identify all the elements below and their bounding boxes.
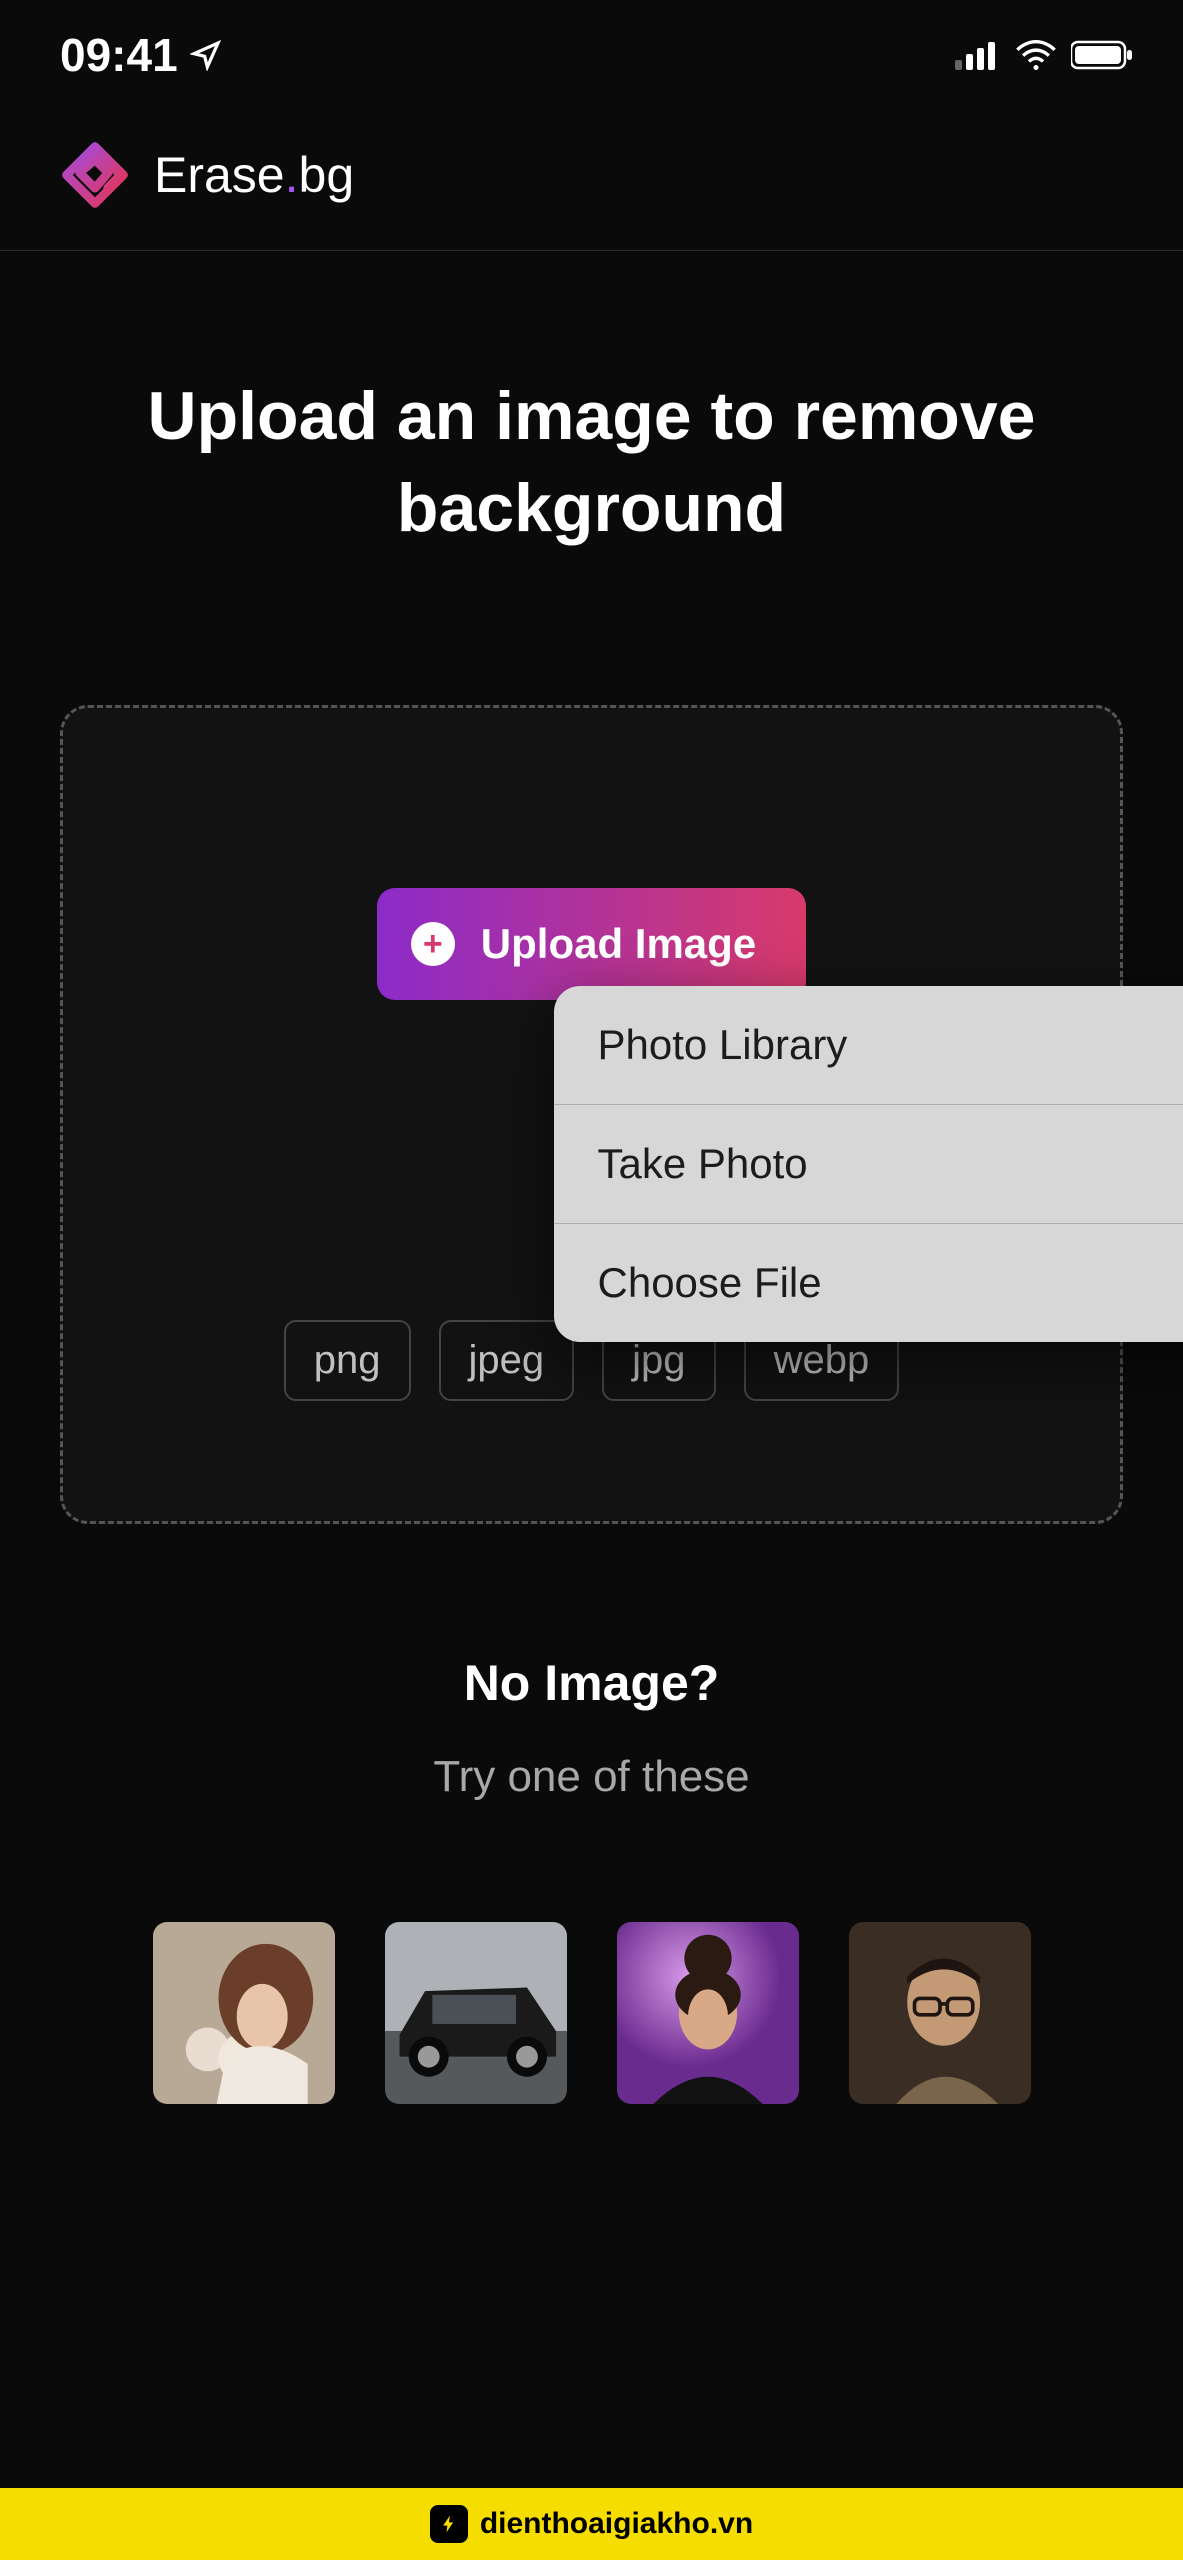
brand-dot: . [285,147,299,203]
brand-text-post: bg [299,147,355,203]
cellular-signal-icon [955,40,1001,70]
plus-icon: + [411,922,455,966]
brand-name: Erase.bg [154,146,354,204]
photo-library-option[interactable]: Photo Library [554,986,1183,1105]
choose-file-option[interactable]: Choose File [554,1224,1183,1342]
battery-icon [1071,40,1133,70]
upload-button-label: Upload Image [481,920,756,968]
no-image-subtitle: Try one of these [60,1752,1123,1802]
app-header: Erase.bg [0,110,1183,251]
popover-item-label: Choose File [598,1259,822,1307]
sample-image-1[interactable] [153,1922,335,2104]
sample-image-4[interactable] [849,1922,1031,2104]
no-image-title: No Image? [60,1654,1123,1712]
status-bar: 09:41 [0,0,1183,110]
upload-source-popover: Photo Library Take Photo [554,986,1183,1342]
upload-dropzone[interactable]: + Upload Image (upt Photo Library Take P… [60,705,1123,1524]
take-photo-option[interactable]: Take Photo [554,1105,1183,1224]
location-icon [190,39,222,71]
status-time: 09:41 [60,28,178,82]
app-logo [60,140,130,210]
format-tag: jpeg [439,1320,575,1401]
sample-man-glasses [849,1922,1031,2104]
footer-watermark: dienthoaigiakho.vn [0,2488,1183,2560]
footer-text: dienthoaigiakho.vn [480,2507,753,2541]
brand-text-pre: Erase [154,147,285,203]
wifi-icon [1015,40,1057,70]
upload-image-button[interactable]: + Upload Image [377,888,806,1000]
sample-black-car [385,1922,567,2104]
page-headline: Upload an image to remove background [60,371,1123,555]
popover-item-label: Photo Library [598,1021,848,1069]
sample-woman-bun-purple [617,1922,799,2104]
footer-logo-icon [430,2505,468,2543]
sample-woman-brown-hair [153,1922,335,2104]
no-image-section: No Image? Try one of these [60,1654,1123,1802]
sample-image-3[interactable] [617,1922,799,2104]
popover-item-label: Take Photo [598,1140,808,1188]
sample-images-row [60,1922,1123,2104]
format-tag: png [284,1320,411,1401]
sample-image-2[interactable] [385,1922,567,2104]
